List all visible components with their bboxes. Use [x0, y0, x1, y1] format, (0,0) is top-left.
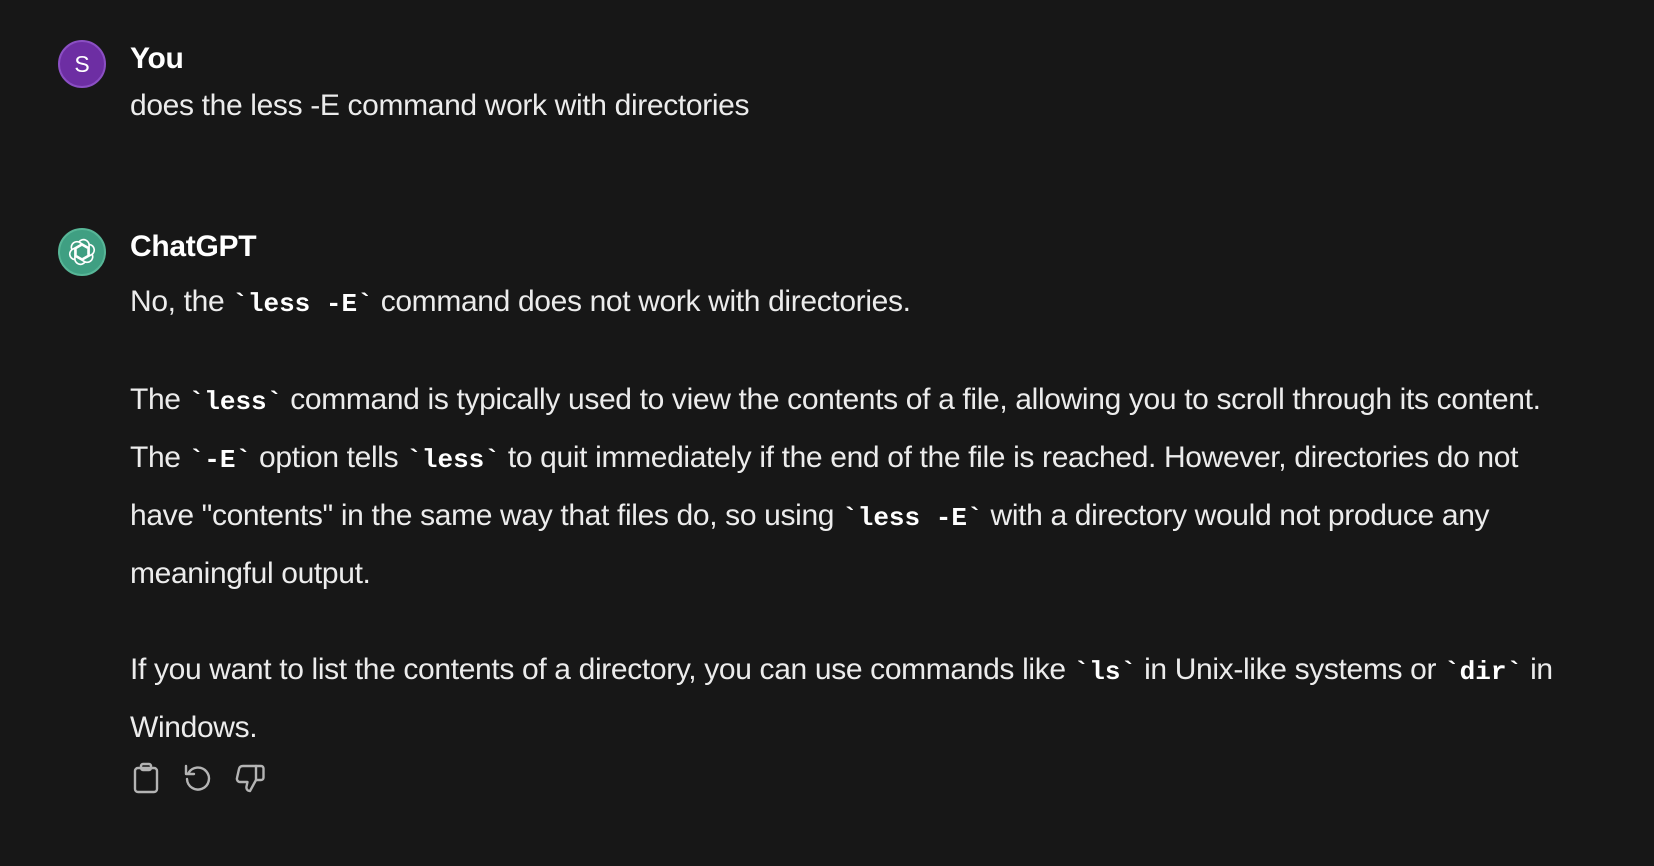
assistant-paragraph: No, the `less -E` command does not work … [130, 274, 1570, 332]
paragraph-text: If you want to list the contents of a di… [130, 653, 1074, 686]
message-actions [130, 760, 266, 796]
inline-code: `less -E` [842, 503, 983, 533]
assistant-message-body: No, the `less -E` command does not work … [130, 274, 1570, 756]
inline-code: `ls` [1073, 657, 1137, 687]
inline-code: `less` [406, 445, 500, 475]
user-avatar: S [58, 40, 106, 88]
refresh-icon [184, 764, 211, 791]
copy-button[interactable] [130, 760, 162, 796]
assistant-sender-name: ChatGPT [130, 230, 257, 263]
openai-logo-icon [68, 238, 96, 266]
paragraph-text: in Unix-like systems or [1136, 653, 1445, 686]
regenerate-button[interactable] [182, 760, 214, 796]
paragraph-text: No, the [130, 285, 233, 318]
thumbs-down-icon [235, 764, 265, 793]
user-sender-name: You [130, 42, 184, 75]
inline-code: `less` [188, 387, 283, 417]
avatar-initial: S [74, 50, 90, 77]
user-message-text: does the less -E command work with direc… [130, 89, 750, 122]
inline-code: `-E` [188, 445, 252, 475]
paragraph-text: command does not work with directories. [372, 285, 911, 318]
clipboard-icon [133, 762, 159, 794]
inline-code: `less -E` [232, 289, 373, 319]
assistant-paragraph: The `less` command is typically used to … [130, 372, 1570, 602]
paragraph-text: The [130, 383, 189, 416]
assistant-avatar [58, 228, 106, 276]
assistant-paragraph: If you want to list the contents of a di… [130, 642, 1570, 756]
inline-code: `dir` [1444, 657, 1523, 687]
paragraph-text: option tells [251, 441, 407, 474]
thumbs-down-button[interactable] [234, 760, 266, 796]
